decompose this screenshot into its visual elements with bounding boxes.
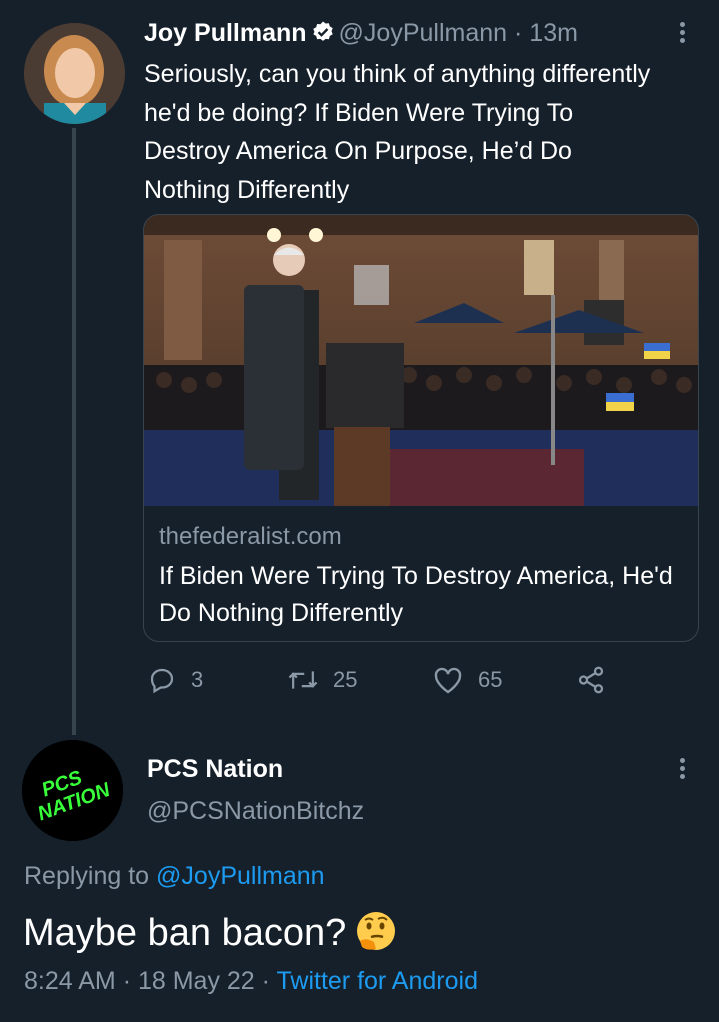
card-domain: thefederalist.com xyxy=(159,523,342,550)
joy-pullmann-avatar[interactable] xyxy=(24,23,125,124)
header-separator: · xyxy=(514,19,523,47)
replying-to-line: Replying to @JoyPullmann xyxy=(24,862,325,891)
share-icon xyxy=(578,666,604,694)
more-icon[interactable] xyxy=(672,19,692,49)
like-button[interactable]: 65 xyxy=(432,662,502,698)
retweet-count: 25 xyxy=(333,667,358,692)
verified-icon xyxy=(311,20,335,52)
retweet-icon xyxy=(288,671,318,689)
card-image xyxy=(144,215,698,506)
tweet-time[interactable]: 13m xyxy=(529,19,578,47)
reply-button[interactable]: 3 xyxy=(147,662,203,698)
like-count: 65 xyxy=(478,667,503,692)
reply-more-icon[interactable] xyxy=(672,755,692,785)
link-card[interactable]: thefederalist.com If Biden Were Trying T… xyxy=(143,214,699,642)
card-title: If Biden Were Trying To Destroy America,… xyxy=(159,562,673,627)
reply-metadata: 8:24 AM · 18 May 22 · Twitter for Androi… xyxy=(24,967,478,996)
reply-date: 18 May 22 xyxy=(137,967,255,995)
meta-separator-1: · xyxy=(122,967,132,995)
reply-text: Maybe ban bacon? xyxy=(23,912,347,954)
replying-to-handle-link[interactable]: @JoyPullmann xyxy=(156,862,325,890)
author-handle[interactable]: @JoyPullmann xyxy=(339,19,508,47)
reply-text-line: Maybe ban bacon? xyxy=(23,908,398,966)
source-link[interactable]: Twitter for Android xyxy=(277,967,478,995)
share-button[interactable] xyxy=(576,662,620,698)
reply-count: 3 xyxy=(191,667,204,692)
retweet-button[interactable]: 25 xyxy=(287,662,357,698)
reply-author-name[interactable]: PCS Nation xyxy=(147,755,283,784)
avatar-image xyxy=(24,23,125,124)
author-name[interactable]: Joy Pullmann xyxy=(144,19,307,47)
avatar-logo-image: PCS NATION xyxy=(22,740,123,841)
like-icon xyxy=(434,667,462,694)
reply-time: 8:24 AM xyxy=(24,967,116,995)
tweet-header: Joy Pullmann @JoyPullmann · 13m xyxy=(144,17,578,52)
pcs-nation-avatar[interactable]: PCS NATION xyxy=(22,740,123,841)
reply-author-handle[interactable]: @PCSNationBitchz xyxy=(147,797,364,826)
reply-icon xyxy=(150,668,174,694)
thinking-face-emoji xyxy=(354,909,398,966)
replying-to-prefix: Replying to xyxy=(24,862,150,890)
tweet-text: Seriously, can you think of anything dif… xyxy=(144,60,651,204)
thread-connector-line xyxy=(72,128,76,735)
meta-separator-2: · xyxy=(261,967,270,995)
